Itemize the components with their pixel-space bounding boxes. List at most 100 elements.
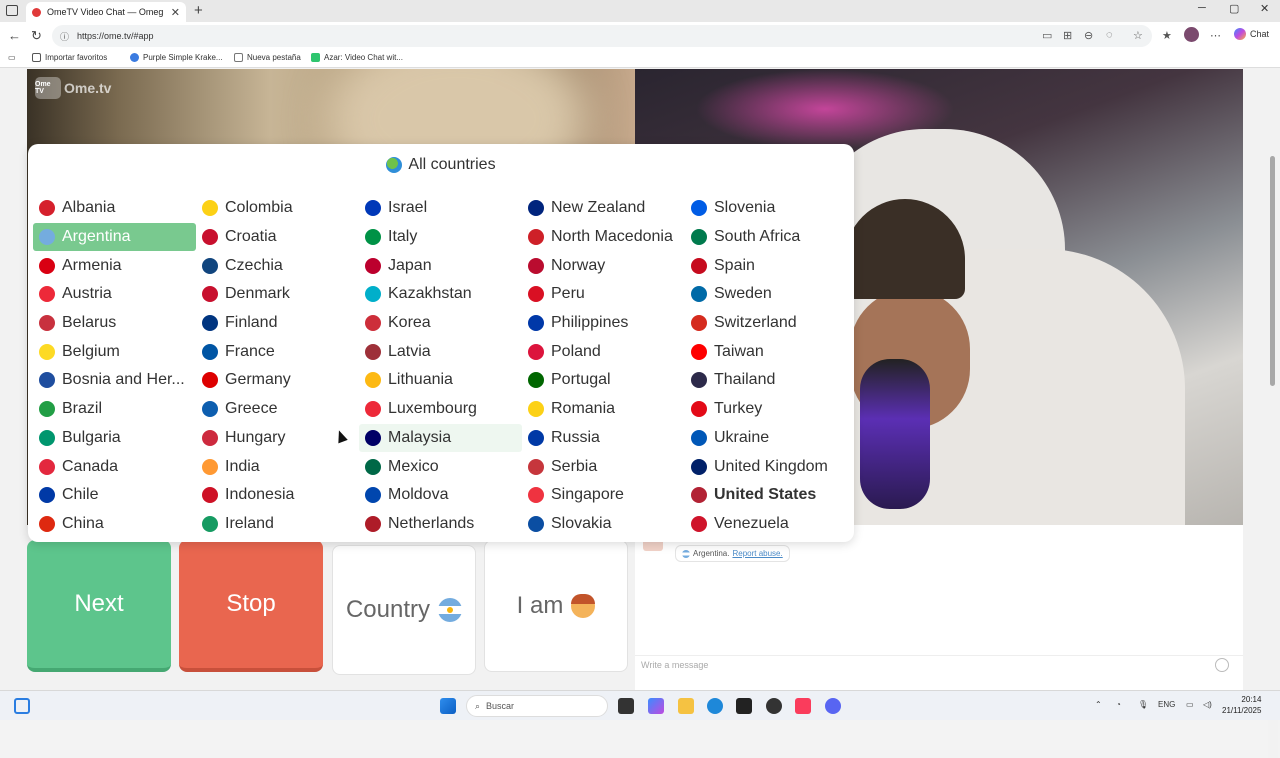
tray-chevron-icon[interactable]: ⌃ [1095,700,1102,709]
country-option[interactable]: France [196,337,359,366]
country-option[interactable]: Italy [359,223,522,252]
bookmark-item[interactable]: Importar favoritos [32,53,107,62]
app-icon[interactable] [736,698,752,714]
country-option[interactable]: Slovenia [685,194,848,223]
taskbar-search[interactable]: ⌕ Buscar [466,695,608,717]
country-option[interactable]: China [33,510,196,539]
country-option[interactable]: Malaysia [359,423,522,453]
copilot-chat-button[interactable]: Chat [1234,28,1269,40]
country-option[interactable]: Turkey [685,395,848,424]
country-option[interactable]: Hungary [196,424,359,453]
country-option[interactable]: Croatia [196,223,359,252]
country-option[interactable]: Netherlands [359,510,522,539]
tab-actions-icon[interactable] [6,5,18,16]
country-option[interactable]: Sweden [685,280,848,309]
gender-button[interactable]: I am [484,540,628,672]
country-option[interactable]: Mexico [359,452,522,481]
minimize-button[interactable]: ─ [1198,2,1206,14]
country-option[interactable]: Latvia [359,337,522,366]
next-button[interactable]: Next [27,540,171,672]
country-option[interactable]: Russia [522,424,685,453]
country-option[interactable]: Ireland [196,510,359,539]
country-option[interactable]: Taiwan [685,337,848,366]
message-input[interactable]: Write a message [635,655,1243,675]
wifi-icon[interactable]: ▭ [1186,700,1194,709]
country-option[interactable]: Slovakia [522,510,685,539]
country-option[interactable]: Peru [522,280,685,309]
country-option[interactable]: Czechia [196,251,359,280]
emoji-icon[interactable] [1215,658,1229,672]
language-indicator[interactable]: ENG [1158,700,1175,709]
country-option[interactable]: Switzerland [685,309,848,338]
country-option[interactable]: Armenia [33,251,196,280]
tab-close-icon[interactable]: ✕ [171,6,180,19]
country-option[interactable]: Japan [359,251,522,280]
url-field[interactable]: ⓘ https://ome.tv/#app [52,25,1152,47]
new-tab-button[interactable]: + [194,2,203,19]
country-option[interactable]: Israel [359,194,522,223]
country-option[interactable]: Korea [359,309,522,338]
bookmarks-menu-icon[interactable]: ▭ [8,53,16,62]
page-scrollbar[interactable] [1268,136,1278,758]
discord-icon[interactable] [825,698,841,714]
stop-button[interactable]: Stop [179,540,323,672]
bookmark-item[interactable]: Nueva pestaña [234,53,301,62]
report-abuse-link[interactable]: Report abuse. [732,549,782,558]
country-option[interactable]: Serbia [522,452,685,481]
country-option[interactable]: Venezuela [685,510,848,539]
country-option[interactable]: United States [685,481,848,510]
country-option[interactable]: Chile [33,481,196,510]
country-option[interactable]: Luxembourg [359,395,522,424]
refresh-icon[interactable]: ↻ [31,28,42,44]
country-option[interactable]: Argentina [33,222,196,252]
taskview-icon[interactable] [618,698,634,714]
music-icon[interactable] [795,698,811,714]
start-icon[interactable] [440,698,456,714]
cast-icon[interactable]: ▭ [1042,29,1052,42]
edge-icon[interactable] [707,698,723,714]
more-icon[interactable]: ⋯ [1210,29,1221,42]
back-icon[interactable]: ← [8,28,21,43]
country-option[interactable]: Portugal [522,366,685,395]
country-option[interactable]: Poland [522,337,685,366]
country-option[interactable]: Belgium [33,337,196,366]
app-icon[interactable] [766,698,782,714]
country-option[interactable]: Austria [33,280,196,309]
country-option[interactable]: Germany [196,366,359,395]
tracking-icon[interactable]: ◌ [1106,29,1113,41]
country-option[interactable]: Bulgaria [33,424,196,453]
country-option[interactable]: North Macedonia [522,223,685,252]
network-icon[interactable]: ◔ [1116,700,1121,709]
country-button[interactable]: Country [332,545,476,675]
mic-icon[interactable]: 🎙 [1138,700,1148,709]
country-option[interactable]: Canada [33,452,196,481]
country-option[interactable]: Philippines [522,309,685,338]
country-option[interactable]: India [196,452,359,481]
favorites-icon[interactable]: ★ [1162,29,1172,42]
tab-ometv[interactable]: OmeTV Video Chat — Omeg ✕ [26,2,186,22]
country-option[interactable]: Ukraine [685,424,848,453]
country-option[interactable]: New Zealand [522,194,685,223]
maximize-button[interactable]: ▢ [1229,2,1239,15]
country-option[interactable]: Greece [196,395,359,424]
widgets-icon[interactable] [14,698,30,714]
profile-avatar[interactable] [1184,27,1199,42]
country-option[interactable]: Indonesia [196,481,359,510]
country-option[interactable]: Finland [196,309,359,338]
country-option[interactable]: Singapore [522,481,685,510]
country-option[interactable]: Bosnia and Her... [33,366,196,395]
country-option[interactable]: Kazakhstan [359,280,522,309]
volume-icon[interactable]: ◁) [1203,700,1212,709]
country-option[interactable]: Romania [522,395,685,424]
country-option[interactable]: Thailand [685,366,848,395]
favorite-star-icon[interactable]: ☆ [1133,29,1143,42]
country-option[interactable]: Belarus [33,309,196,338]
apps-icon[interactable]: ⊞ [1063,29,1072,42]
country-option[interactable]: Brazil [33,395,196,424]
copilot-taskbar-icon[interactable] [648,698,664,714]
country-option[interactable]: Denmark [196,280,359,309]
country-option[interactable]: Lithuania [359,366,522,395]
clock[interactable]: 20:14 21/11/2025 [1222,694,1261,716]
bookmark-item[interactable]: Purple Simple Krake... [130,53,223,62]
country-option[interactable]: Colombia [196,194,359,223]
